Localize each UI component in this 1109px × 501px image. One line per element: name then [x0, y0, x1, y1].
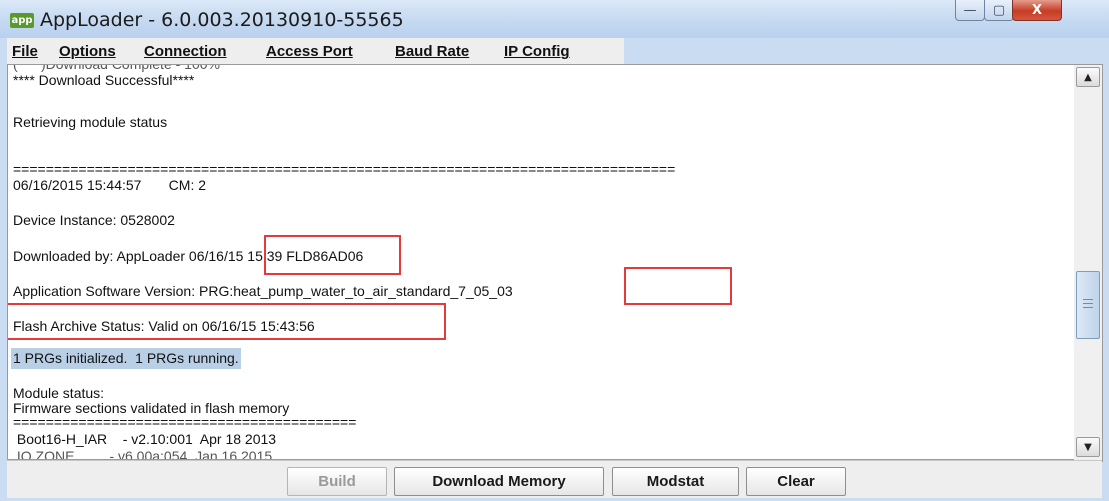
menu-options[interactable]: Options [59, 43, 116, 60]
menu-connection[interactable]: Connection [144, 43, 227, 60]
log-line-io-zone: IO ZONE - v6.00a:054 Jan 16 2015 [13, 448, 273, 460]
menu-bar: File Options Connection Access Port Baud… [7, 38, 624, 65]
scroll-down-button[interactable]: ▼ [1076, 437, 1100, 457]
log-line-boot: Boot16-H_IAR - v2.10:001 Apr 18 2013 [13, 431, 277, 447]
highlight-box-version [624, 267, 732, 305]
highlight-box-download-date [264, 235, 401, 275]
clear-button[interactable]: Clear [746, 467, 846, 496]
grip-line [1083, 303, 1093, 304]
menu-ip-config[interactable]: IP Config [504, 43, 570, 60]
log-line-download-complete: ( )Download Complete - 100% [13, 64, 220, 72]
log-line-app-version: Application Software Version: PRG:heat_p… [13, 283, 513, 299]
download-memory-button[interactable]: Download Memory [394, 467, 604, 496]
title-bar[interactable]: app AppLoader - 6.0.003.20130910-55565 —… [0, 0, 1109, 38]
log-line-prgs-selected: 1 PRGs initialized. 1 PRGs running. [11, 348, 241, 369]
highlight-box-flash-status [8, 303, 446, 340]
menu-file[interactable]: File [12, 43, 38, 60]
grip-line [1083, 299, 1093, 300]
arrow-up-icon: ▲ [1084, 71, 1092, 83]
modstat-button[interactable]: Modstat [612, 467, 739, 496]
arrow-down-icon: ▼ [1084, 441, 1092, 453]
log-line-timestamp: 06/16/2015 15:44:57 CM: 2 [13, 177, 207, 193]
vertical-scrollbar[interactable]: ▲ ▼ [1074, 64, 1103, 462]
log-line-device-instance: Device Instance: 0528002 [13, 212, 175, 228]
build-button[interactable]: Build [287, 467, 387, 496]
log-line-retrieving: Retrieving module status [13, 114, 168, 130]
window-title: AppLoader - 6.0.003.20130910-55565 [40, 9, 404, 31]
log-separator: ========================================… [13, 161, 676, 177]
app-window: app AppLoader - 6.0.003.20130910-55565 —… [0, 0, 1109, 501]
scroll-thumb[interactable] [1076, 271, 1100, 339]
close-button[interactable]: X [1012, 0, 1062, 21]
maximize-button[interactable]: ▢ [984, 0, 1014, 21]
minimize-button[interactable]: — [955, 0, 985, 21]
grip-line [1083, 307, 1093, 308]
log-separator-2: ========================================… [13, 414, 357, 430]
scroll-up-button[interactable]: ▲ [1076, 67, 1100, 87]
log-output[interactable]: ( )Download Complete - 100% **** Downloa… [7, 64, 1075, 460]
log-line-download-successful: **** Download Successful**** [13, 72, 195, 88]
button-bar: Build Download Memory Modstat Clear [7, 460, 1102, 498]
minimize-icon: — [963, 2, 977, 18]
close-icon: X [1031, 2, 1043, 18]
log-line-module-status: Module status: [13, 385, 105, 401]
menu-access-port[interactable]: Access Port [266, 43, 353, 60]
menu-bar-filler [624, 38, 1102, 64]
menu-baud-rate[interactable]: Baud Rate [395, 43, 469, 60]
app-icon: app [10, 13, 34, 28]
maximize-icon: ▢ [992, 2, 1006, 18]
